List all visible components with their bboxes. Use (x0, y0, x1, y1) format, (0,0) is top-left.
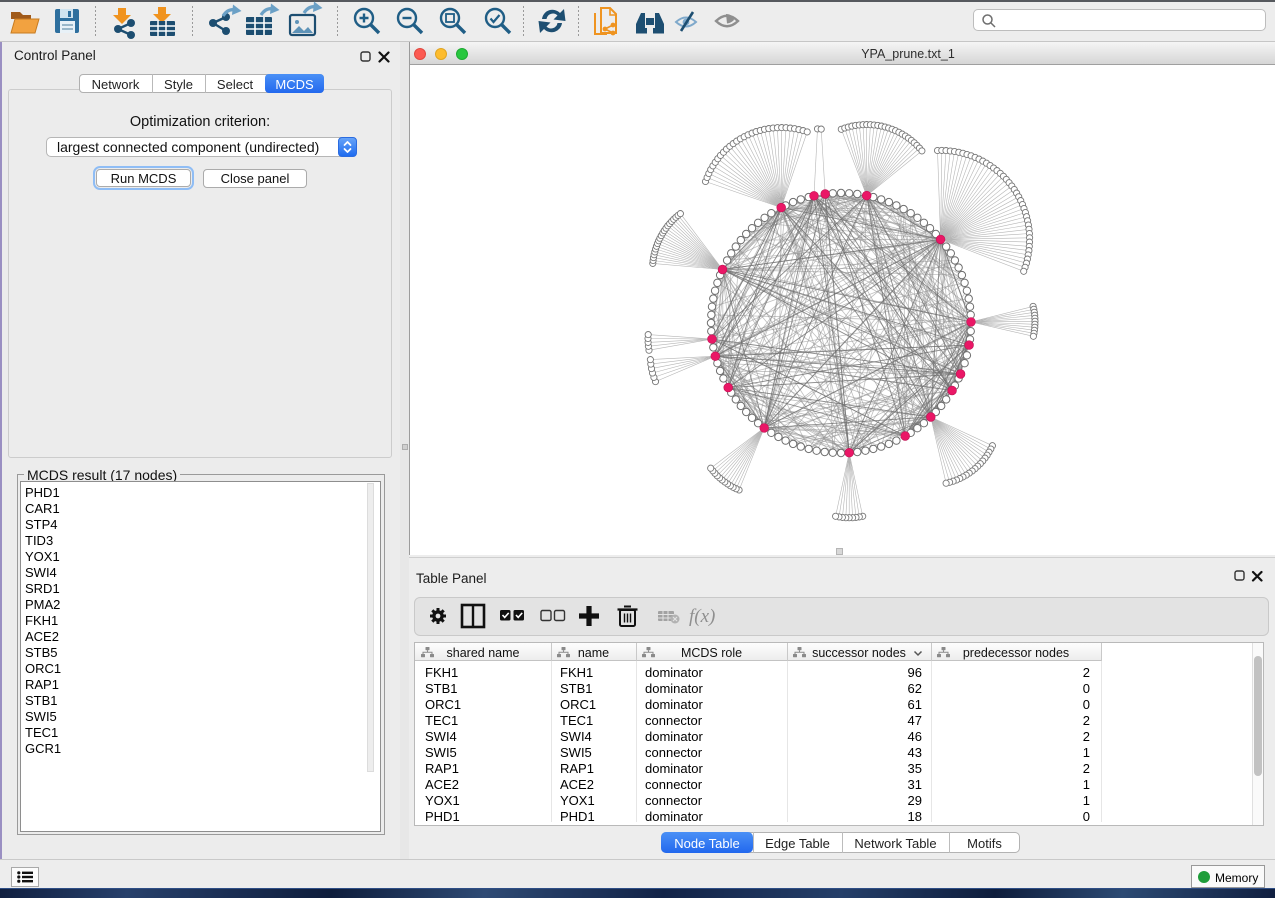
svg-text:f(x): f(x) (689, 606, 715, 627)
